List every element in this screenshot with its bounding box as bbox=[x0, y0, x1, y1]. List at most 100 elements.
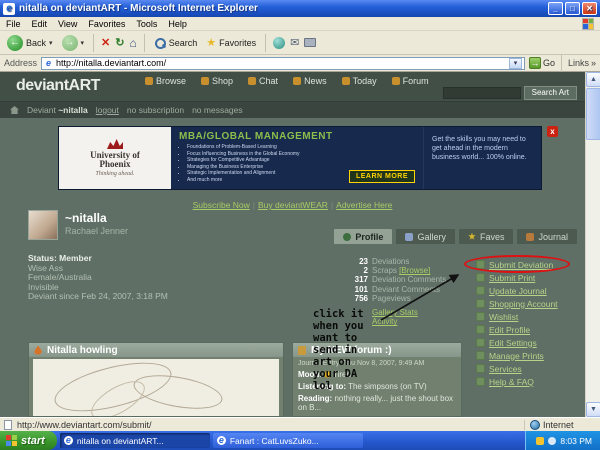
scroll-down-icon[interactable]: ▼ bbox=[586, 402, 600, 417]
nav-shop[interactable]: Shop bbox=[201, 76, 233, 86]
update-journal-link[interactable]: Update Journal bbox=[476, 284, 558, 297]
page-viewport: deviantART Browse Shop Chat News Today F… bbox=[0, 72, 600, 417]
nav-today[interactable]: Today bbox=[341, 76, 377, 86]
statusbar: http://www.deviantart.com/submit/ Intern… bbox=[0, 417, 600, 431]
address-label: Address bbox=[4, 58, 38, 68]
subnav-username[interactable]: ~nitalla bbox=[58, 105, 88, 115]
stat-value: 101 bbox=[354, 284, 368, 294]
tab-faves[interactable]: Faves bbox=[457, 228, 515, 244]
menu-tools[interactable]: Tools bbox=[136, 19, 157, 29]
stat-value: 23 bbox=[359, 257, 368, 266]
status-url: http://www.deviantart.com/submit/ bbox=[17, 419, 152, 430]
tab-label: Journal bbox=[538, 231, 568, 242]
gallery-tab-icon bbox=[405, 232, 414, 241]
learn-more-button[interactable]: LEARN MORE bbox=[348, 170, 415, 183]
menu-file[interactable]: File bbox=[6, 19, 21, 29]
scroll-up-icon[interactable]: ▲ bbox=[586, 72, 600, 87]
site-search-input[interactable] bbox=[442, 87, 521, 99]
nav-label: Forum bbox=[402, 76, 429, 86]
manage-prints-link[interactable]: Manage Prints bbox=[476, 349, 558, 362]
back-dropdown-icon[interactable]: ▾ bbox=[49, 39, 53, 47]
links-menu[interactable]: Links » bbox=[568, 58, 596, 68]
handwritten-note: click it when you want to send in art on… bbox=[313, 308, 364, 392]
stop-button[interactable]: ✕ bbox=[101, 35, 110, 51]
action-label: Submit Print bbox=[489, 272, 536, 283]
tab-profile[interactable]: Profile bbox=[333, 228, 394, 244]
taskbar-task-2[interactable]: e Fanart : CatLuvsZuko... bbox=[212, 433, 363, 448]
search-art-button[interactable]: Search Art bbox=[523, 86, 577, 100]
profile-tab-icon bbox=[343, 232, 352, 241]
subscribe-now-link[interactable]: Subscribe Now bbox=[193, 200, 250, 210]
forward-button[interactable]: → ▾ bbox=[60, 34, 87, 52]
close-button[interactable]: ✕ bbox=[582, 2, 597, 15]
toolbar-separator bbox=[265, 33, 267, 52]
address-input[interactable] bbox=[56, 58, 506, 68]
messages-status[interactable]: no messages bbox=[192, 105, 243, 115]
go-button[interactable]: → Go bbox=[528, 57, 555, 69]
shopping-account-link[interactable]: Shopping Account bbox=[476, 297, 558, 310]
deviantart-logo[interactable]: deviantART bbox=[16, 77, 100, 95]
browse-scraps-link[interactable]: [Browse] bbox=[399, 266, 430, 275]
menu-edit[interactable]: Edit bbox=[32, 19, 48, 29]
ad-offer-text: Get the skills you may need to get ahead… bbox=[423, 127, 541, 189]
edit-settings-link[interactable]: Edit Settings bbox=[476, 336, 558, 349]
nav-browse[interactable]: Browse bbox=[145, 76, 186, 86]
tray-icon[interactable] bbox=[548, 436, 557, 445]
services-link[interactable]: Services bbox=[476, 362, 558, 375]
menu-favorites[interactable]: Favorites bbox=[88, 19, 125, 29]
menu-help[interactable]: Help bbox=[168, 19, 187, 29]
search-icon bbox=[154, 37, 166, 49]
stat-label: Pageviews bbox=[372, 293, 411, 303]
address-dropdown-icon[interactable]: ▾ bbox=[508, 57, 522, 69]
buy-deviantwear-link[interactable]: Buy deviantWEAR bbox=[258, 200, 328, 210]
wishlist-link[interactable]: Wishlist bbox=[476, 310, 558, 323]
print-button[interactable] bbox=[304, 38, 317, 47]
activity-link[interactable]: Activity bbox=[372, 317, 446, 326]
help-faq-link[interactable]: Help & FAQ bbox=[476, 375, 558, 388]
tray-icon[interactable] bbox=[536, 436, 545, 445]
mail-button[interactable]: ✉ bbox=[290, 35, 299, 51]
action-label: Edit Settings bbox=[489, 337, 537, 348]
start-button[interactable]: start bbox=[0, 431, 57, 450]
taskbar-task-1[interactable]: e nitalla on deviantART... bbox=[59, 433, 210, 448]
gallery-stats-link[interactable]: Gallery Stats bbox=[372, 308, 446, 317]
avatar[interactable] bbox=[28, 210, 58, 240]
logout-link[interactable]: logout bbox=[96, 105, 119, 115]
tab-journal[interactable]: Journal bbox=[516, 228, 578, 244]
page-favicon: e bbox=[46, 57, 52, 68]
refresh-button[interactable]: ↻ bbox=[115, 35, 124, 51]
shopping-account-icon bbox=[476, 299, 485, 308]
advertiser-name: University of Phoenix bbox=[90, 150, 140, 169]
edit-profile-link[interactable]: Edit Profile bbox=[476, 323, 558, 336]
ad-close-button[interactable]: x bbox=[547, 126, 558, 137]
forward-dropdown-icon[interactable]: ▾ bbox=[81, 39, 85, 47]
titlebar[interactable]: e nitalla on deviantART - Microsoft Inte… bbox=[0, 0, 600, 17]
clock[interactable]: 8:03 PM bbox=[560, 436, 592, 446]
search-button[interactable]: Search bbox=[152, 36, 200, 50]
home-button[interactable]: ⌂ bbox=[129, 35, 136, 51]
back-label: Back bbox=[26, 37, 47, 48]
menu-view[interactable]: View bbox=[58, 19, 77, 29]
ad-banner[interactable]: University of Phoenix Thinking ahead. MBA… bbox=[58, 126, 542, 190]
tab-gallery[interactable]: Gallery bbox=[395, 228, 456, 244]
update-journal-icon bbox=[476, 286, 485, 295]
back-button[interactable]: ← Back ▾ bbox=[5, 34, 55, 52]
minimize-button[interactable]: _ bbox=[548, 2, 563, 15]
submit-print-icon bbox=[476, 273, 485, 282]
red-circle-annotation bbox=[464, 255, 570, 273]
home-icon[interactable] bbox=[10, 106, 19, 114]
shop-icon bbox=[201, 77, 210, 85]
vertical-scrollbar[interactable]: ▲ ▼ bbox=[585, 72, 600, 417]
subscription-status[interactable]: no subscription bbox=[127, 105, 184, 115]
nav-chat[interactable]: Chat bbox=[248, 76, 278, 86]
maximize-button[interactable]: □ bbox=[565, 2, 580, 15]
nav-forum[interactable]: Forum bbox=[391, 76, 429, 86]
stat-label: Deviation Comments bbox=[372, 275, 447, 285]
advertise-here-link[interactable]: Advertise Here bbox=[336, 200, 392, 210]
scrollbar-thumb[interactable] bbox=[586, 88, 600, 140]
nav-news[interactable]: News bbox=[293, 76, 327, 86]
history-button[interactable] bbox=[273, 36, 286, 49]
favorites-button[interactable]: ★ Favorites bbox=[204, 34, 258, 52]
address-field[interactable]: e ▾ bbox=[41, 56, 525, 70]
deviation-thumbnail[interactable] bbox=[33, 353, 279, 416]
